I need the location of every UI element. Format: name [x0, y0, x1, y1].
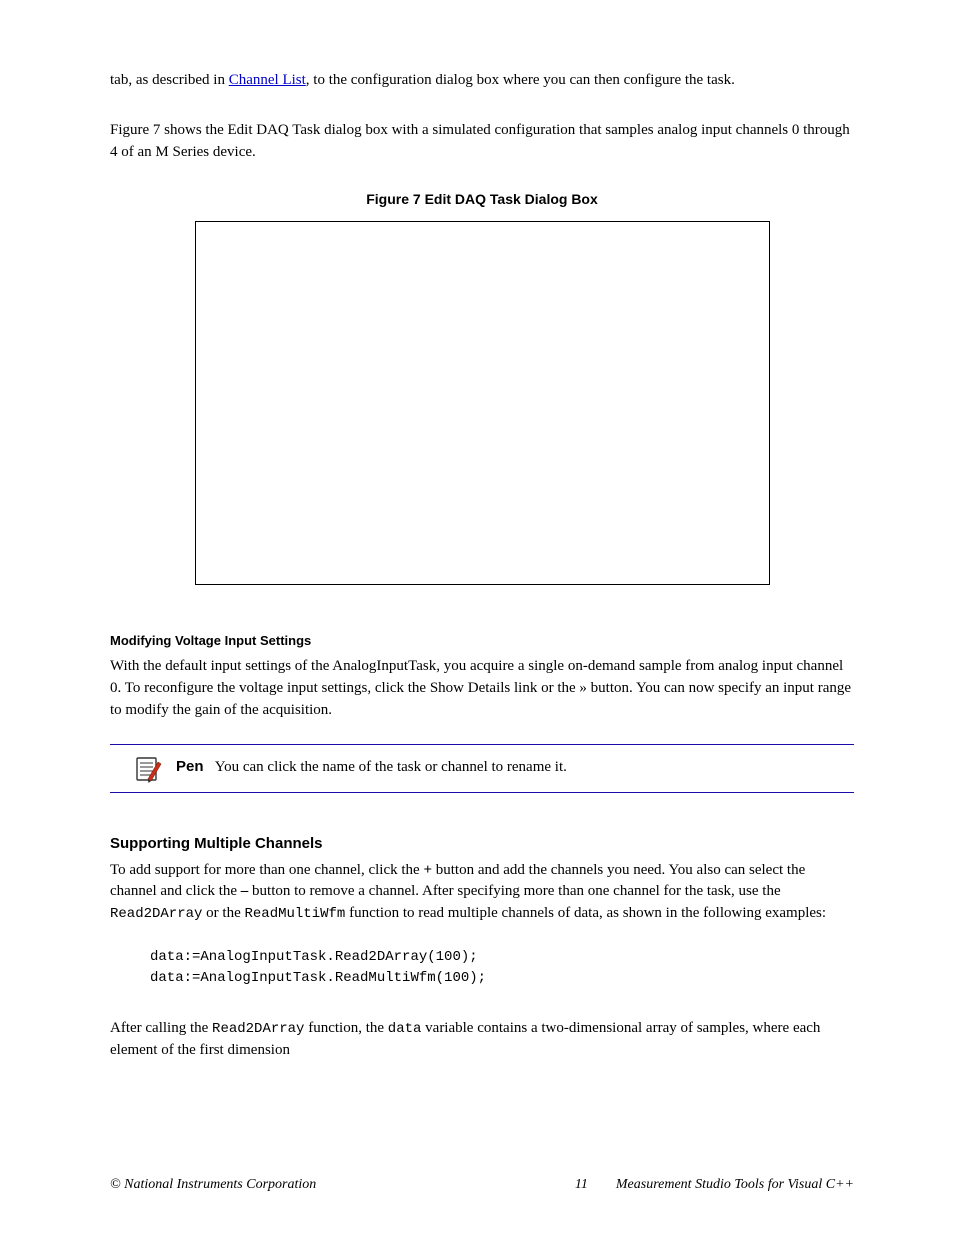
pen-label: Pen — [176, 758, 204, 775]
intro-suffix: , to the configuration dialog box where … — [306, 72, 735, 88]
callout-text: You can click the name of the task or ch… — [215, 759, 567, 775]
pen-callout: Pen You can click the name of the task o… — [110, 744, 854, 793]
channel-list-link[interactable]: Channel List — [229, 72, 306, 88]
code-sample: data:=AnalogInputTask.Read2DArray(100); … — [150, 947, 854, 990]
section-para-2: After calling the Read2DArray function, … — [110, 1018, 854, 1062]
page-footer: © National Instruments Corporation 11 Me… — [110, 1177, 854, 1193]
figure-placeholder — [195, 221, 770, 585]
notepad-icon — [134, 754, 162, 784]
section-heading: Supporting Multiple Channels — [110, 835, 854, 852]
callout-body: Pen You can click the name of the task o… — [176, 753, 567, 777]
intro-paragraph-2: Figure 7 shows the Edit DAQ Task dialog … — [110, 120, 854, 164]
footer-page-number: 11 — [575, 1177, 588, 1193]
intro-paragraph-1: tab, as described in Channel List, to th… — [110, 70, 854, 92]
footer-copyright: © National Instruments Corporation — [110, 1177, 316, 1193]
figure-caption-label: Modifying Voltage Input Settings — [110, 633, 854, 648]
intro-prefix: tab, as described in — [110, 72, 229, 88]
section-para-1: To add support for more than one channel… — [110, 860, 854, 925]
footer-doc-title: Measurement Studio Tools for Visual C++ — [616, 1177, 854, 1193]
figure-title: Figure 7 Edit DAQ Task Dialog Box — [110, 191, 854, 207]
figure-caption-text: With the default input settings of the A… — [110, 656, 854, 721]
